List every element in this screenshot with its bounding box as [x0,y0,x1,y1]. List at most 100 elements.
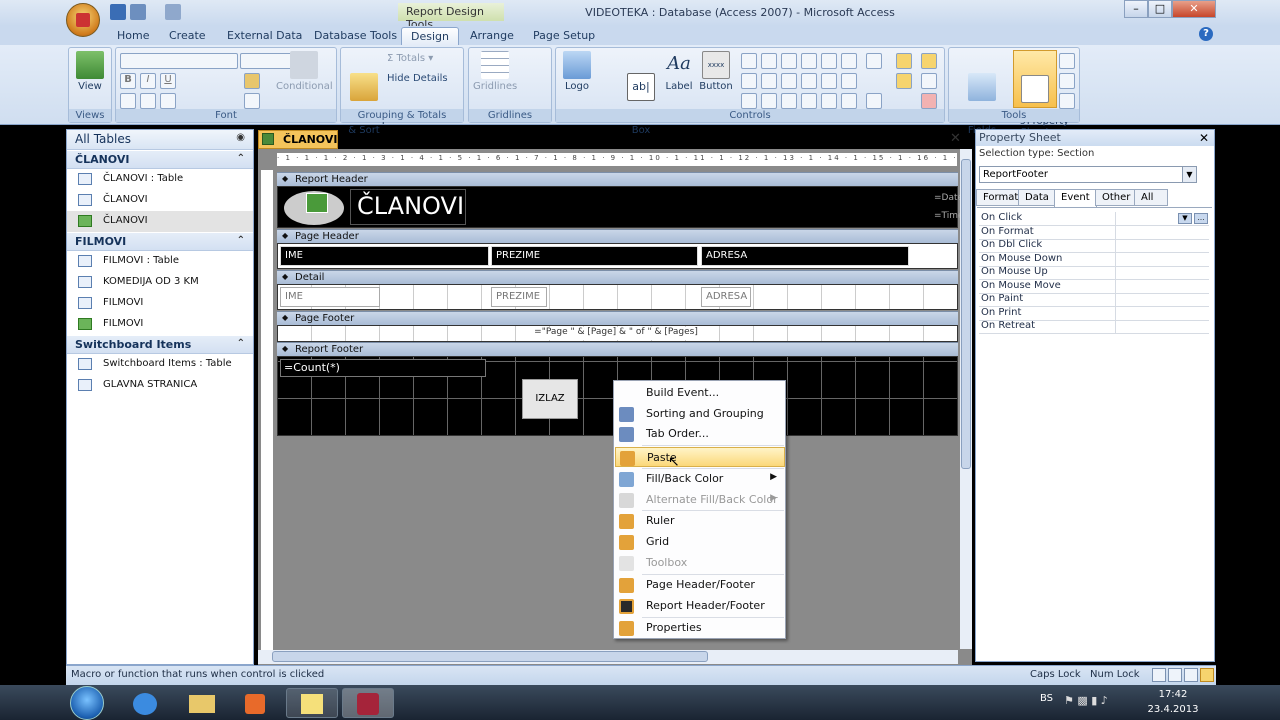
taskbar-ie[interactable] [120,688,172,718]
menu-build-event[interactable]: Build Event... [615,383,785,403]
section-report-header[interactable]: Report Header [277,172,958,186]
hide-details-button[interactable]: Hide Details [387,73,448,84]
prop-on-paint[interactable]: On Paint [979,293,1209,307]
label-button[interactable]: Aa Label [664,51,694,92]
redo-icon[interactable] [165,4,181,20]
line-color-icon[interactable] [866,93,882,109]
field-prezime[interactable]: PREZIME [491,287,547,307]
close-property-sheet-icon[interactable]: ✕ [1199,131,1209,145]
prop-on-retreat[interactable]: On Retreat [979,320,1209,334]
font-name-dropdown[interactable] [120,53,238,69]
field-ime[interactable]: IME [280,287,380,307]
prop-on-mouse-move[interactable]: On Mouse Move [979,280,1209,294]
taskbar-media[interactable] [230,688,282,718]
prop-on-dbl-click[interactable]: On Dbl Click [979,239,1209,253]
subreport-icon[interactable] [1059,93,1075,109]
use-wizards-icon[interactable] [896,73,912,89]
tab-control-icon[interactable] [741,53,757,69]
header-label-prezime[interactable]: PREZIME [491,246,698,266]
dropdown-icon[interactable]: ▼ [1178,213,1192,224]
tab-design[interactable]: Design [401,27,459,45]
pointer-icon[interactable] [921,53,937,69]
frame-icon[interactable] [801,73,817,89]
nav-item-switchboard-table[interactable]: Switchboard Items : Table [67,354,253,375]
tab-home[interactable]: Home [108,27,158,45]
menu-ruler[interactable]: Ruler [615,511,785,531]
taskbar-explorer[interactable] [176,688,228,718]
underline-button[interactable]: U [160,73,176,89]
totals-button[interactable]: Σ Totals ▾ [387,53,433,64]
clock-time[interactable]: 17:42 [1152,689,1194,700]
prop-on-print[interactable]: On Print [979,307,1209,321]
dropdown-icon[interactable]: ◉ [236,132,245,143]
list-icon[interactable] [741,93,757,109]
nav-item-clanovi-table[interactable]: ČLANOVI : Table [67,169,253,190]
field-adresa[interactable]: ADRESA [701,287,751,307]
section-report-footer[interactable]: Report Footer [277,342,958,356]
prop-on-mouse-down[interactable]: On Mouse Down [979,253,1209,267]
selection-dropdown[interactable]: ReportFooter [979,166,1197,183]
font-color-icon[interactable] [244,73,260,89]
section-detail[interactable]: Detail [277,270,958,284]
nav-group-filmovi[interactable]: FILMOVI ⌃ [67,233,253,251]
report-header-body[interactable]: ČLANOVI =Date =Time [277,186,964,228]
prop-on-mouse-up[interactable]: On Mouse Up [979,266,1209,280]
menu-page-header-footer[interactable]: Page Header/Footer [615,575,785,595]
collapse-icon[interactable]: ⌃ [237,153,245,164]
chart-icon[interactable] [841,73,857,89]
subform-icon[interactable] [801,93,817,109]
radio-icon[interactable] [781,93,797,109]
close-button[interactable]: ✕ [1172,0,1216,18]
menu-fill-back-color[interactable]: Fill/Back Color ▶ [615,469,785,489]
menu-tab-order[interactable]: Tab Order... [615,424,785,444]
bound-frame-icon[interactable] [761,93,777,109]
gridlines-button[interactable]: Gridlines [473,51,517,92]
header-label-ime[interactable]: IME [280,246,489,266]
prop-on-click[interactable]: On Click [979,212,1209,226]
tab-database-tools[interactable]: Database Tools [305,27,406,45]
print-preview-icon[interactable] [1168,668,1182,682]
line-icon[interactable] [761,53,777,69]
minimize-button[interactable]: – [1124,0,1148,18]
tray-icons[interactable]: ⚑ ▩ ▮ ♪ [1064,694,1124,708]
menu-paste[interactable]: Paste [615,447,785,467]
view-button[interactable]: View [73,51,107,92]
ps-tab-all[interactable]: All [1134,189,1168,206]
close-document-icon[interactable]: ✕ [950,131,961,146]
page-header-body[interactable]: IME PREZIME ADRESA [277,243,958,269]
activex-icon[interactable] [921,73,937,89]
property-sheet-button[interactable]: Property Sheet [1013,50,1069,138]
line-thickness-icon[interactable] [866,53,882,69]
nav-group-clanovi[interactable]: ČLANOVI ⌃ [67,151,253,169]
nav-header[interactable]: All Tables ◉ [67,130,253,150]
prop-on-format[interactable]: On Format [979,226,1209,240]
vertical-scrollbar[interactable] [960,149,972,649]
tab-arrange[interactable]: Arrange [461,27,523,45]
italic-button[interactable]: I [140,73,156,89]
align-center-icon[interactable] [140,93,156,109]
builder-icon[interactable]: … [1194,213,1208,224]
button-control-button[interactable]: xxxx Button [698,51,734,92]
undo-icon[interactable] [130,4,146,20]
report-title[interactable]: ČLANOVI [350,189,466,225]
toggle-icon[interactable] [781,53,797,69]
start-button[interactable] [70,686,104,720]
menu-grid[interactable]: Grid [615,532,785,552]
section-page-footer[interactable]: Page Footer [277,311,958,325]
nav-item-clanovi-form[interactable]: ČLANOVI [67,190,253,211]
bold-button[interactable]: B [120,73,136,89]
ps-tab-data[interactable]: Data [1018,189,1056,206]
header-label-adresa[interactable]: ADRESA [701,246,909,266]
nav-item-filmovi-table[interactable]: FILMOVI : Table [67,251,253,272]
taskbar-access[interactable] [342,688,394,718]
group-sort-button[interactable]: Group & Sort [345,51,388,147]
nav-group-switchboard[interactable]: Switchboard Items ⌃ [67,336,253,354]
save-icon[interactable] [110,4,126,20]
collapse-icon[interactable]: ⌃ [237,235,245,246]
code-icon[interactable] [1059,73,1075,89]
detail-body[interactable]: IME PREZIME ADRESA [277,284,958,310]
nav-item-filmovi-report[interactable]: FILMOVI [67,314,253,335]
page-footer-body[interactable]: ="Page " & [Page] & " of " & [Pages] [277,325,958,342]
layout-view-icon[interactable] [1184,668,1198,682]
combo-icon[interactable] [741,73,757,89]
